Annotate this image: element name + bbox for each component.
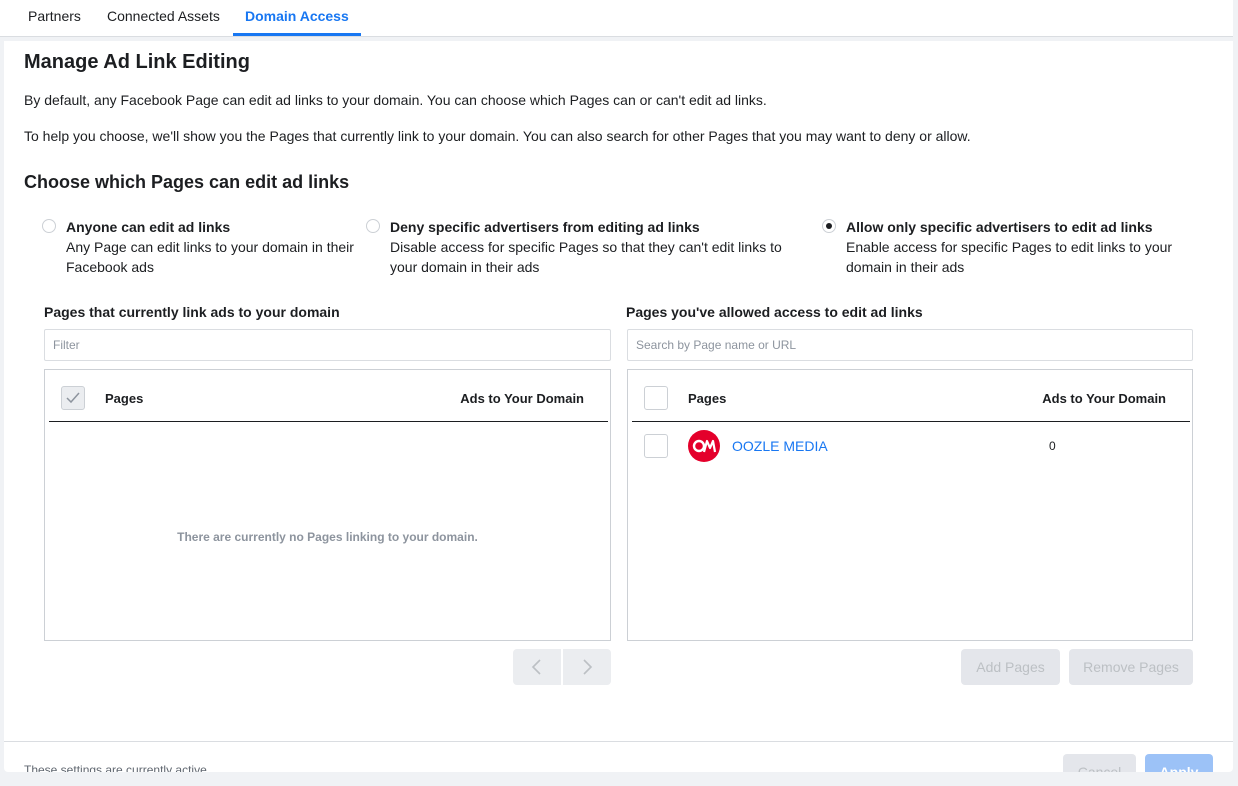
option-allow-title: Allow only specific advertisers to edit … xyxy=(846,219,1153,235)
footer-divider xyxy=(4,741,1233,742)
linked-pages-table: Pages Ads to Your Domain There are curre… xyxy=(44,369,611,641)
tab-domain-access[interactable]: Domain Access xyxy=(233,0,361,36)
footer-status: These settings are currently active. xyxy=(24,763,211,772)
tab-connected-assets[interactable]: Connected Assets xyxy=(107,0,220,36)
option-deny[interactable]: Deny specific advertisers from editing a… xyxy=(366,218,786,278)
choose-title: Choose which Pages can edit ad links xyxy=(24,172,350,192)
select-all-checkbox-right[interactable] xyxy=(644,386,668,410)
page-ads-count: 0 xyxy=(1049,439,1056,453)
option-allow-desc: Enable access for specific Pages to edit… xyxy=(846,239,1173,275)
option-anyone[interactable]: Anyone can edit ad links Any Page can ed… xyxy=(42,218,354,278)
page-avatar xyxy=(688,430,720,462)
page-title: Manage Ad Link Editing xyxy=(24,51,250,73)
radio-allow[interactable] xyxy=(822,219,836,233)
option-deny-title: Deny specific advertisers from editing a… xyxy=(390,219,700,235)
remove-pages-button[interactable]: Remove Pages xyxy=(1069,649,1193,685)
chevron-left-icon xyxy=(531,659,541,675)
add-pages-button[interactable]: Add Pages xyxy=(961,649,1060,685)
tab-partners[interactable]: Partners xyxy=(28,0,81,36)
option-allow[interactable]: Allow only specific advertisers to edit … xyxy=(822,218,1222,278)
filter-input[interactable] xyxy=(44,329,611,361)
left-header-divider xyxy=(49,421,608,422)
apply-button[interactable]: Apply xyxy=(1145,754,1213,772)
right-panel-title: Pages you've allowed access to edit ad l… xyxy=(626,304,923,320)
select-all-checkbox-left[interactable] xyxy=(61,386,85,410)
radio-deny[interactable] xyxy=(366,219,380,233)
radio-anyone[interactable] xyxy=(42,219,56,233)
page-name-link[interactable]: OOZLE MEDIA xyxy=(732,438,828,454)
right-header-divider xyxy=(632,421,1190,422)
next-page-button[interactable] xyxy=(563,649,611,685)
page-search-input[interactable] xyxy=(627,329,1193,361)
intro-text-1: By default, any Facebook Page can edit a… xyxy=(24,92,767,108)
left-col-pages: Pages xyxy=(105,391,144,406)
check-icon xyxy=(66,392,80,404)
domain-access-card: Manage Ad Link Editing By default, any F… xyxy=(4,41,1233,772)
cancel-button[interactable]: Cancel xyxy=(1063,754,1136,772)
chevron-right-icon xyxy=(583,659,593,675)
right-col-pages: Pages xyxy=(688,391,727,406)
oozle-logo-icon xyxy=(692,439,717,453)
row-checkbox[interactable] xyxy=(644,434,668,458)
option-anyone-desc: Any Page can edit links to your domain i… xyxy=(66,239,354,275)
option-anyone-title: Anyone can edit ad links xyxy=(66,219,231,235)
tab-bar: Partners Connected Assets Domain Access xyxy=(0,0,1233,37)
right-col-ads: Ads to Your Domain xyxy=(1042,391,1166,406)
table-row: OOZLE MEDIA 0 xyxy=(628,426,1192,466)
intro-text-2: To help you choose, we'll show you the P… xyxy=(24,128,971,144)
option-deny-desc: Disable access for specific Pages so tha… xyxy=(390,239,782,275)
pager xyxy=(513,649,611,685)
allowed-pages-table: Pages Ads to Your Domain OOZLE MEDIA 0 xyxy=(627,369,1193,641)
left-col-ads: Ads to Your Domain xyxy=(460,391,584,406)
empty-state-text: There are currently no Pages linking to … xyxy=(177,530,478,544)
left-panel-title: Pages that currently link ads to your do… xyxy=(44,304,340,320)
prev-page-button[interactable] xyxy=(513,649,561,685)
